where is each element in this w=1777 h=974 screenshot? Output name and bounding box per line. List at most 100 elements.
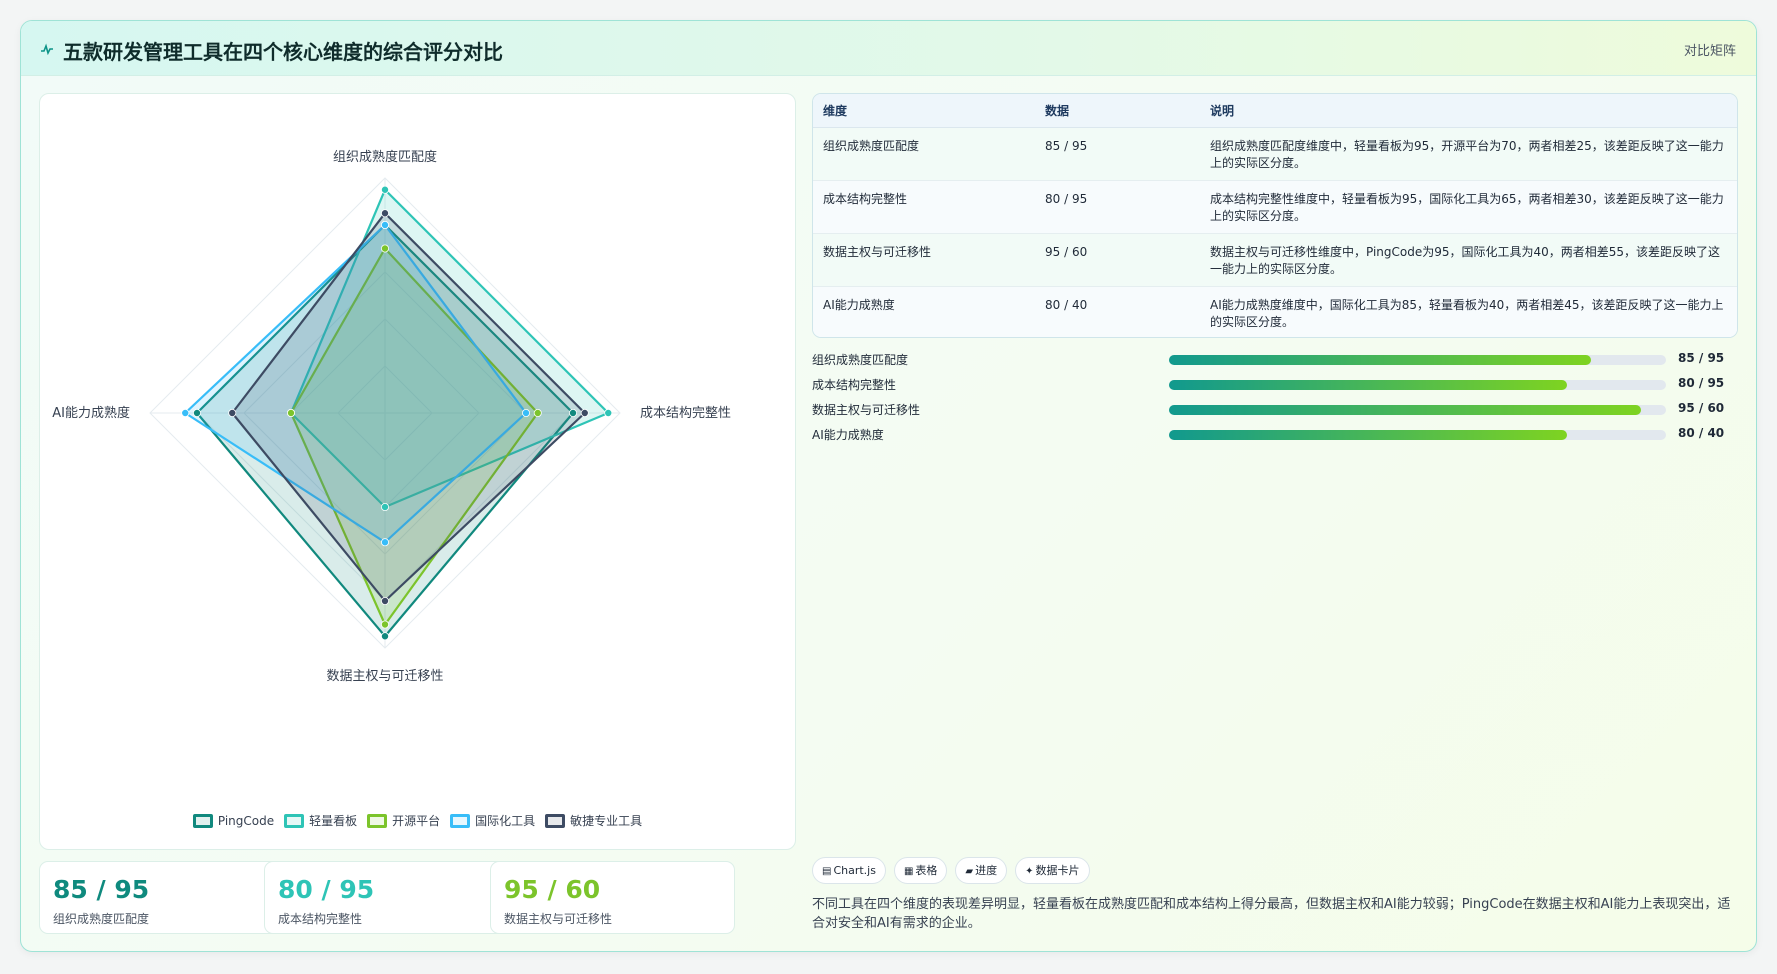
table-icon: ▦ bbox=[903, 866, 914, 877]
table-row: 成本结构完整性 80 / 95 成本结构完整性维度中，轻量看板为95，国际化工具为6… bbox=[813, 180, 1737, 234]
radar-series-5[interactable] bbox=[231, 212, 586, 603]
pulse-icon bbox=[41, 43, 53, 55]
radar-point[interactable] bbox=[380, 632, 389, 641]
table-header-row: 维度 数据 说明 bbox=[813, 94, 1737, 128]
chart-icon: ▤ bbox=[822, 866, 832, 877]
progress-label: AI能力成熟度 bbox=[812, 428, 884, 442]
chart-legend: PingCode 轻量看板 开源平台 国际化工具 敏捷专业工具 bbox=[40, 812, 795, 829]
progress-label: 数据主权与可迁移性 bbox=[812, 403, 921, 417]
radar-point[interactable] bbox=[228, 408, 237, 417]
progress-label: 成本结构完整性 bbox=[812, 378, 897, 392]
page-container: 五款研发管理工具在四个核心维度的综合评分对比 对比矩阵 组织成熟度匹配度 成本结构… bbox=[20, 20, 1757, 952]
legend-item[interactable]: 轻量看板 bbox=[284, 812, 357, 829]
stat-value: 95 / 60 bbox=[504, 875, 601, 904]
radar-chart-panel: 组织成熟度匹配度 成本结构完整性 数据主权与可迁移性 AI能力成熟度 PingCode… bbox=[39, 93, 796, 850]
cell-note: 成本结构完整性维度中，轻量看板为95，国际化工具为65，两者相差30，该差距反映… bbox=[1200, 180, 1737, 234]
legend-label: 轻量看板 bbox=[309, 814, 358, 828]
radar-chart: 组织成熟度匹配度成本结构完整性数据主权与可迁移性 AI能力成熟度 bbox=[52, 149, 731, 684]
view-mode-label[interactable]: 对比矩阵 bbox=[1684, 40, 1736, 59]
radar-point[interactable] bbox=[580, 408, 589, 417]
stat-card: 95 / 60 数据主权与可迁移性 bbox=[490, 861, 735, 934]
radar-point[interactable] bbox=[569, 408, 578, 417]
table-row: 组织成熟度匹配度 85 / 95 组织成熟度匹配度维度中，轻量看板为95，开源平台为… bbox=[813, 127, 1737, 181]
progress-label: 组织成熟度匹配度 bbox=[812, 353, 909, 367]
stat-label: 数据主权与可迁移性 bbox=[504, 912, 613, 926]
progress-row: 成本结构完整性 80 / 95 bbox=[812, 374, 1738, 399]
chip-card[interactable]: ✦ 数据卡片 bbox=[1015, 857, 1090, 884]
chip-label: 表格 bbox=[915, 864, 938, 877]
stat-value: 80 / 95 bbox=[278, 875, 375, 904]
radar-point[interactable] bbox=[380, 620, 389, 629]
radar-point[interactable] bbox=[604, 408, 613, 417]
radar-point[interactable] bbox=[521, 408, 530, 417]
radar-point[interactable] bbox=[380, 502, 389, 511]
legend-item[interactable]: 敏捷专业工具 bbox=[545, 812, 642, 829]
legend-swatch bbox=[545, 813, 566, 828]
legend-item[interactable]: 国际化工具 bbox=[450, 812, 535, 829]
cell-data: 80 / 40 bbox=[1035, 286, 1200, 337]
stat-value: 85 / 95 bbox=[53, 875, 150, 904]
progress-track bbox=[1169, 405, 1666, 415]
legend-item[interactable]: PingCode bbox=[192, 812, 275, 829]
radar-point[interactable] bbox=[286, 408, 295, 417]
progress-track bbox=[1169, 355, 1666, 365]
progress-row: AI能力成熟度 80 / 40 bbox=[812, 424, 1738, 449]
progress-row: 组织成熟度匹配度 85 / 95 bbox=[812, 349, 1738, 374]
cell-dimension: 数据主权与可迁移性 bbox=[813, 233, 1035, 287]
radar-point[interactable] bbox=[380, 185, 389, 194]
table-row: 数据主权与可迁移性 95 / 60 数据主权与可迁移性维度中，PingCode为95… bbox=[813, 233, 1737, 287]
progress-fill bbox=[1169, 355, 1592, 365]
cell-data: 95 / 60 bbox=[1035, 233, 1200, 287]
summary-text: 不同工具在四个维度的表现差异明显，轻量看板在成熟度匹配和成本结构上得分最高，但数… bbox=[812, 897, 1731, 931]
radar-point[interactable] bbox=[192, 408, 201, 417]
legend-label: 敏捷专业工具 bbox=[570, 814, 643, 828]
stat-label: 组织成熟度匹配度 bbox=[53, 912, 150, 926]
radar-point[interactable] bbox=[533, 408, 542, 417]
cell-dimension: AI能力成熟度 bbox=[813, 286, 1035, 337]
column-header-dimension: 维度 bbox=[813, 94, 1035, 128]
chip-progress[interactable]: ▰ 进度 bbox=[955, 857, 1008, 884]
radar-axis-label: 组织成熟度匹配度 bbox=[333, 149, 437, 165]
legend-item[interactable]: 开源平台 bbox=[367, 812, 440, 829]
stat-card: 80 / 95 成本结构完整性 bbox=[264, 861, 509, 934]
chip-table[interactable]: ▦ 表格 bbox=[893, 857, 948, 884]
chip-label: 进度 bbox=[975, 864, 998, 877]
legend-label: PingCode bbox=[217, 813, 275, 828]
feature-chip-row: ▤ Chart.js ▦ 表格 ▰ 进度 ✦ 数据卡片 bbox=[812, 857, 1090, 884]
legend-swatch bbox=[192, 813, 213, 828]
page-title: 五款研发管理工具在四个核心维度的综合评分对比 bbox=[63, 40, 503, 64]
radar-point[interactable] bbox=[380, 538, 389, 547]
progress-list: 组织成熟度匹配度 85 / 95 成本结构完整性 80 / 95 数据主权与可迁移性 95… bbox=[812, 349, 1738, 449]
radar-point[interactable] bbox=[380, 244, 389, 253]
comparison-table: 维度 数据 说明 组织成熟度匹配度 85 / 95 组织成熟度匹配度维度中，轻量看板… bbox=[812, 93, 1738, 338]
legend-swatch bbox=[367, 813, 388, 828]
cell-data: 85 / 95 bbox=[1035, 127, 1200, 181]
progress-fill bbox=[1169, 405, 1642, 415]
cell-data: 80 / 95 bbox=[1035, 180, 1200, 234]
progress-value: 95 / 60 bbox=[1678, 401, 1725, 415]
progress-value: 80 / 95 bbox=[1678, 376, 1725, 390]
column-header-note: 说明 bbox=[1200, 94, 1737, 128]
chip-label: 数据卡片 bbox=[1035, 864, 1080, 877]
progress-value: 85 / 95 bbox=[1678, 351, 1725, 365]
progress-track bbox=[1169, 380, 1666, 390]
cell-note: 组织成熟度匹配度维度中，轻量看板为95，开源平台为70，两者相差25，该差距反映… bbox=[1200, 127, 1737, 181]
stat-label: 成本结构完整性 bbox=[278, 912, 363, 926]
chip-chart[interactable]: ▤ Chart.js bbox=[812, 857, 886, 884]
progress-icon: ▰ bbox=[965, 866, 974, 877]
radar-point[interactable] bbox=[380, 596, 389, 605]
stat-card: 85 / 95 组织成熟度匹配度 bbox=[39, 861, 284, 934]
legend-swatch bbox=[284, 813, 305, 828]
radar-point[interactable] bbox=[380, 221, 389, 230]
radar-axis-label: 成本结构完整性 bbox=[640, 406, 731, 421]
progress-value: 80 / 40 bbox=[1678, 426, 1725, 440]
radar-point[interactable] bbox=[181, 408, 190, 417]
progress-track bbox=[1169, 430, 1666, 440]
cell-dimension: 成本结构完整性 bbox=[813, 180, 1035, 234]
radar-point[interactable] bbox=[380, 209, 389, 218]
radar-axis-label: AI能力成熟度 bbox=[52, 405, 130, 421]
progress-row: 数据主权与可迁移性 95 / 60 bbox=[812, 399, 1738, 424]
card-icon: ✦ bbox=[1025, 866, 1034, 877]
cell-dimension: 组织成熟度匹配度 bbox=[813, 127, 1035, 181]
legend-label: 国际化工具 bbox=[475, 814, 536, 828]
